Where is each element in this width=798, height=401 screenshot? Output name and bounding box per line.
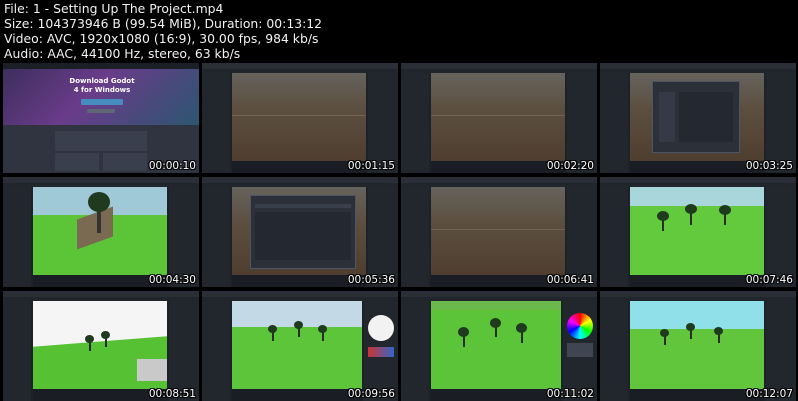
thumbnail-11[interactable]: 00:11:02 [401,291,597,401]
audio-info-line: Audio: AAC, 44100 Hz, stereo, 63 kb/s [4,46,241,61]
material-preview [137,359,167,381]
info-card [55,153,99,171]
material-sphere-preview [368,315,394,341]
thumbnail-12[interactable]: 00:12:07 [600,291,796,401]
timestamp: 00:06:41 [546,274,594,286]
timestamp: 00:11:02 [546,388,594,400]
color-settings [567,343,593,357]
viewport [232,73,366,161]
viewport [630,301,764,389]
thumbnail-6[interactable]: 00:05:36 [202,177,398,287]
viewport [33,187,167,275]
thumbnail-8[interactable]: 00:07:46 [600,177,796,287]
file-name-line: File: 1 - Setting Up The Project.mp4 [4,1,224,16]
timestamp: 00:01:15 [347,160,395,172]
timestamp: 00:12:07 [745,388,793,400]
download-button [81,99,123,105]
file-size-line: Size: 104373946 B (99.54 MiB), Duration:… [4,16,323,31]
download-title: Download Godot 4 for Windows [69,77,135,94]
thumbnail-10[interactable]: 00:09:56 [202,291,398,401]
thumbnail-1[interactable]: Download Godot 4 for Windows 00:00:10 [3,63,199,173]
thumbnail-5[interactable]: 00:04:30 [3,177,199,287]
thumbnail-3[interactable]: 00:02:20 [401,63,597,173]
timestamp: 00:02:20 [546,160,594,172]
timestamp: 00:05:36 [347,274,395,286]
info-card [103,153,147,171]
timestamp: 00:03:25 [745,160,793,172]
timestamp: 00:08:51 [148,388,196,400]
viewport [630,187,764,275]
timestamp: 00:09:56 [347,388,395,400]
file-dialog [250,195,356,269]
viewport [431,187,565,275]
viewport [431,73,565,161]
video-info-line: Video: AVC, 1920x1080 (16:9), 30.00 fps,… [4,31,319,46]
color-wheel [567,313,593,339]
color-bar [368,347,394,357]
download-secondary-button [87,109,115,113]
timestamp: 00:04:30 [148,274,196,286]
requirements-card [55,131,147,151]
thumbnail-2[interactable]: 00:01:15 [202,63,398,173]
thumbnail-4[interactable]: 00:03:25 [600,63,796,173]
timestamp: 00:07:46 [745,274,793,286]
viewport [431,301,561,389]
timestamp: 00:00:10 [148,160,196,172]
viewport [232,301,362,389]
thumbnail-9[interactable]: 00:08:51 [3,291,199,401]
thumbnail-7[interactable]: 00:06:41 [401,177,597,287]
project-dialog [652,81,740,153]
